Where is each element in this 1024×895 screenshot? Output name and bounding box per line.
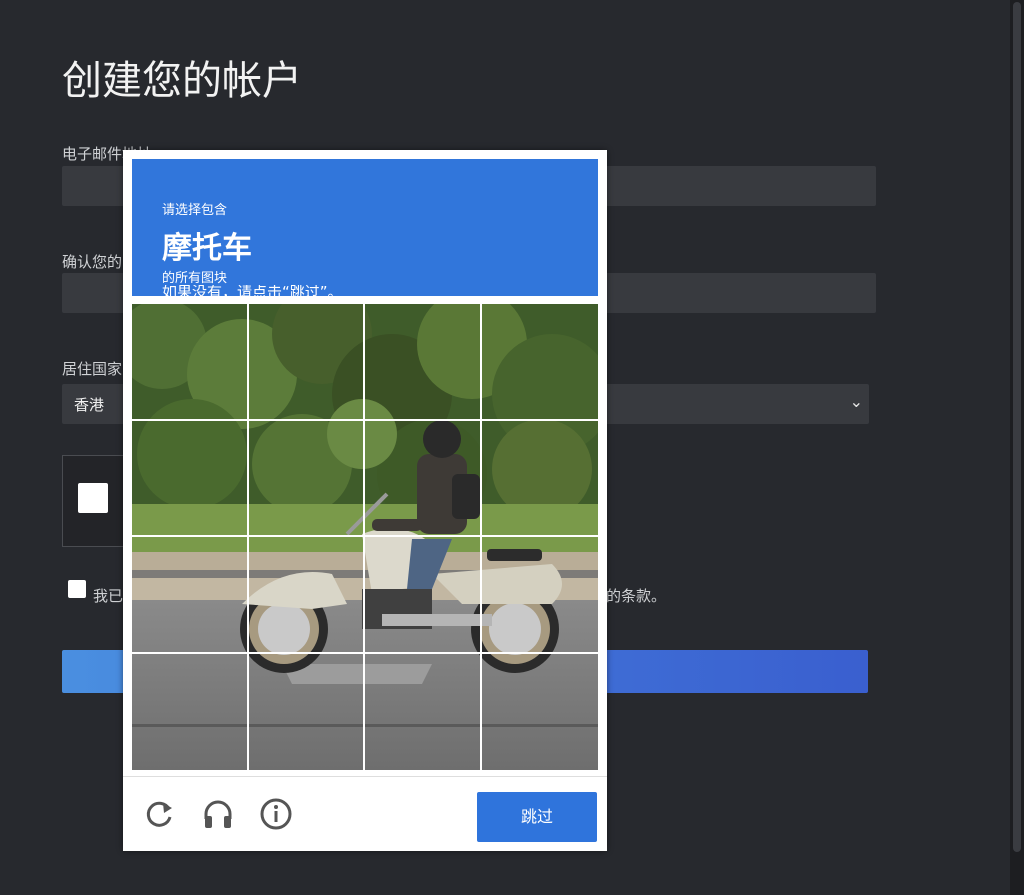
headphones-icon[interactable] xyxy=(201,797,235,831)
info-icon[interactable] xyxy=(259,797,293,831)
recaptcha-checkbox[interactable] xyxy=(78,483,108,513)
terms-text-end: 的条款。 xyxy=(606,587,667,605)
image-tile[interactable] xyxy=(365,537,482,654)
image-tile[interactable] xyxy=(481,537,598,654)
challenge-header: 请选择包含 摩托车 的所有图块 如果没有，请点击“跳过”。 xyxy=(132,159,598,296)
terms-checkbox[interactable] xyxy=(68,580,86,598)
challenge-instruction-4: 如果没有，请点击“跳过”。 xyxy=(162,285,343,296)
chevron-down-icon: ⌄ xyxy=(849,392,863,411)
page-title: 创建您的帐户 xyxy=(62,58,302,104)
image-tile[interactable] xyxy=(365,304,482,421)
reload-icon[interactable] xyxy=(143,797,177,831)
challenge-footer: 跳过 xyxy=(123,776,607,852)
image-tile[interactable] xyxy=(365,420,482,537)
recaptcha-challenge: 请选择包含 摩托车 的所有图块 如果没有，请点击“跳过”。 跳过 xyxy=(123,150,607,851)
image-tile[interactable] xyxy=(249,653,365,770)
image-tile[interactable] xyxy=(248,420,365,537)
country-label: 居住国家 xyxy=(62,360,123,378)
challenge-target-object: 摩托车 xyxy=(162,231,252,266)
scrollbar-thumb[interactable] xyxy=(1013,2,1021,852)
tile-grid xyxy=(132,304,598,770)
challenge-instruction-3: 的所有图块 xyxy=(162,271,228,286)
image-tile[interactable] xyxy=(248,304,365,421)
image-tile[interactable] xyxy=(482,654,599,771)
image-tile[interactable] xyxy=(481,421,598,537)
image-tile[interactable] xyxy=(365,653,482,770)
image-tile[interactable] xyxy=(132,304,249,421)
terms-text-start: 我已 xyxy=(93,587,124,605)
image-tile[interactable] xyxy=(132,420,249,537)
image-tile[interactable] xyxy=(248,537,365,654)
page-scrollbar[interactable] xyxy=(1010,0,1024,895)
challenge-image-grid xyxy=(132,304,598,770)
country-select-value: 香港 xyxy=(74,396,105,414)
image-tile[interactable] xyxy=(481,304,598,421)
confirm-email-label: 确认您的 xyxy=(62,253,123,271)
challenge-instruction-1: 请选择包含 xyxy=(162,203,228,218)
image-tile[interactable] xyxy=(132,537,249,654)
image-tile[interactable] xyxy=(132,653,249,770)
skip-button[interactable]: 跳过 xyxy=(477,792,597,842)
